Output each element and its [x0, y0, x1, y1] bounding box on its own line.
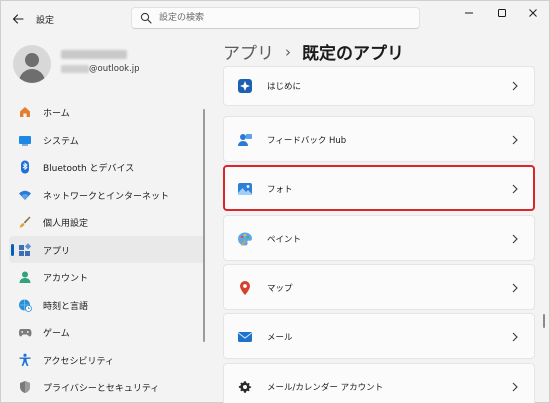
sidebar-item-label: アプリ: [43, 246, 71, 257]
list-item-get-started[interactable]: はじめに: [223, 66, 535, 106]
sidebar-item-gaming[interactable]: ゲーム: [9, 318, 205, 346]
sidebar-item-network[interactable]: ネットワークとインターネット: [9, 181, 205, 209]
sidebar-scrollbar[interactable]: [203, 109, 205, 342]
maximize-icon: [498, 9, 506, 17]
sidebar-item-label: プライバシーとセキュリティ: [43, 384, 160, 394]
app-label: マップ: [267, 284, 293, 294]
sidebar-item-label: アクセシビリティ: [43, 356, 115, 367]
app-label: メール/カレンダー アカウント: [267, 383, 384, 393]
user-email: @outlook.jp: [89, 64, 140, 74]
chevron-right-icon: [511, 282, 519, 294]
list-item-maps[interactable]: マップ: [223, 264, 535, 310]
minimize-icon: [465, 12, 473, 14]
main-scrollbar[interactable]: [543, 314, 545, 328]
list-item-mail-calendar-accounts[interactable]: メール/カレンダー アカウント: [223, 363, 535, 403]
search-icon: [140, 12, 152, 24]
close-icon: [529, 9, 537, 17]
page-title: 既定のアプリ: [302, 44, 404, 64]
paint-icon: [236, 230, 253, 247]
feedback-hub-icon: [236, 131, 253, 148]
mail-icon: [236, 328, 253, 345]
sidebar-item-label: ホーム: [43, 109, 70, 119]
settings-window: 設定 @outlook.jp ホーム: [0, 0, 550, 403]
sidebar-item-home[interactable]: ホーム: [9, 98, 205, 126]
list-item-feedback-hub[interactable]: フィードバック Hub: [223, 116, 535, 162]
list-item-mail[interactable]: メール: [223, 313, 535, 359]
selected-indicator: [11, 243, 14, 256]
sidebar-item-personalization[interactable]: 個人用設定: [9, 208, 205, 236]
avatar[interactable]: [13, 45, 51, 83]
sidebar-item-label: システム: [43, 136, 79, 147]
chevron-right-icon: [511, 331, 519, 343]
paintbrush-icon: [18, 215, 32, 229]
photos-icon: [236, 180, 253, 197]
globe-clock-icon: [18, 298, 32, 312]
breadcrumb-parent[interactable]: アプリ: [223, 39, 274, 64]
list-item-photos[interactable]: フォト: [223, 165, 535, 211]
sidebar-item-label: 時刻と言語: [43, 301, 89, 312]
app-label: フィードバック Hub: [267, 136, 347, 146]
search-box[interactable]: [131, 7, 420, 29]
list-item-paint[interactable]: ペイント: [223, 215, 535, 261]
minimize-button[interactable]: [460, 7, 478, 19]
user-name-redacted: [61, 50, 127, 59]
sidebar-item-accounts[interactable]: アカウント: [9, 263, 205, 291]
sidebar-item-label: アカウント: [43, 274, 89, 284]
app-title: 設定: [36, 16, 55, 26]
chevron-right-icon: [511, 183, 519, 195]
search-input[interactable]: [159, 11, 409, 25]
person-icon: [18, 270, 32, 284]
maximize-button[interactable]: [493, 7, 511, 19]
close-button[interactable]: [524, 7, 542, 19]
shield-icon: [18, 380, 32, 394]
back-arrow-icon: [12, 14, 24, 24]
app-label: メール: [267, 333, 293, 343]
user-email-redacted: [61, 65, 89, 73]
sidebar-item-accessibility[interactable]: アクセシビリティ: [9, 346, 205, 374]
sidebar-nav: ホーム システム Bluetooth とデバイス ネットワークとインターネット …: [9, 98, 205, 401]
sidebar-item-label: Bluetooth とデバイス: [43, 164, 135, 174]
sidebar-item-apps[interactable]: アプリ: [9, 235, 205, 263]
gear-icon: [236, 378, 253, 395]
breadcrumb-separator: ›: [285, 42, 291, 61]
title-bar: 設定: [1, 1, 550, 37]
system-monitor-icon: [18, 133, 32, 147]
sidebar-item-bluetooth[interactable]: Bluetooth とデバイス: [9, 153, 205, 181]
sidebar-item-label: ネットワークとインターネット: [43, 191, 170, 202]
sidebar-item-privacy[interactable]: プライバシーとセキュリティ: [9, 373, 205, 401]
chevron-right-icon: [511, 80, 519, 92]
sidebar-item-system[interactable]: システム: [9, 126, 205, 154]
get-started-icon: [236, 77, 253, 94]
wifi-icon: [18, 188, 32, 202]
bluetooth-icon: [18, 160, 32, 174]
accessibility-icon: [18, 353, 32, 367]
sidebar-item-label: 個人用設定: [43, 219, 89, 229]
breadcrumb: アプリ › 既定のアプリ: [223, 39, 404, 65]
back-button[interactable]: [9, 10, 27, 28]
app-label: はじめに: [267, 82, 302, 92]
maps-pin-icon: [236, 279, 253, 296]
sidebar-item-label: ゲーム: [43, 329, 70, 339]
app-label: ペイント: [267, 235, 302, 245]
app-label: フォト: [267, 185, 293, 195]
apps-icon: [18, 242, 32, 257]
home-icon: [18, 105, 32, 119]
chevron-right-icon: [511, 381, 519, 393]
chevron-right-icon: [511, 233, 519, 245]
chevron-right-icon: [511, 134, 519, 146]
sidebar-item-time-language[interactable]: 時刻と言語: [9, 291, 205, 319]
gamepad-icon: [18, 325, 32, 339]
